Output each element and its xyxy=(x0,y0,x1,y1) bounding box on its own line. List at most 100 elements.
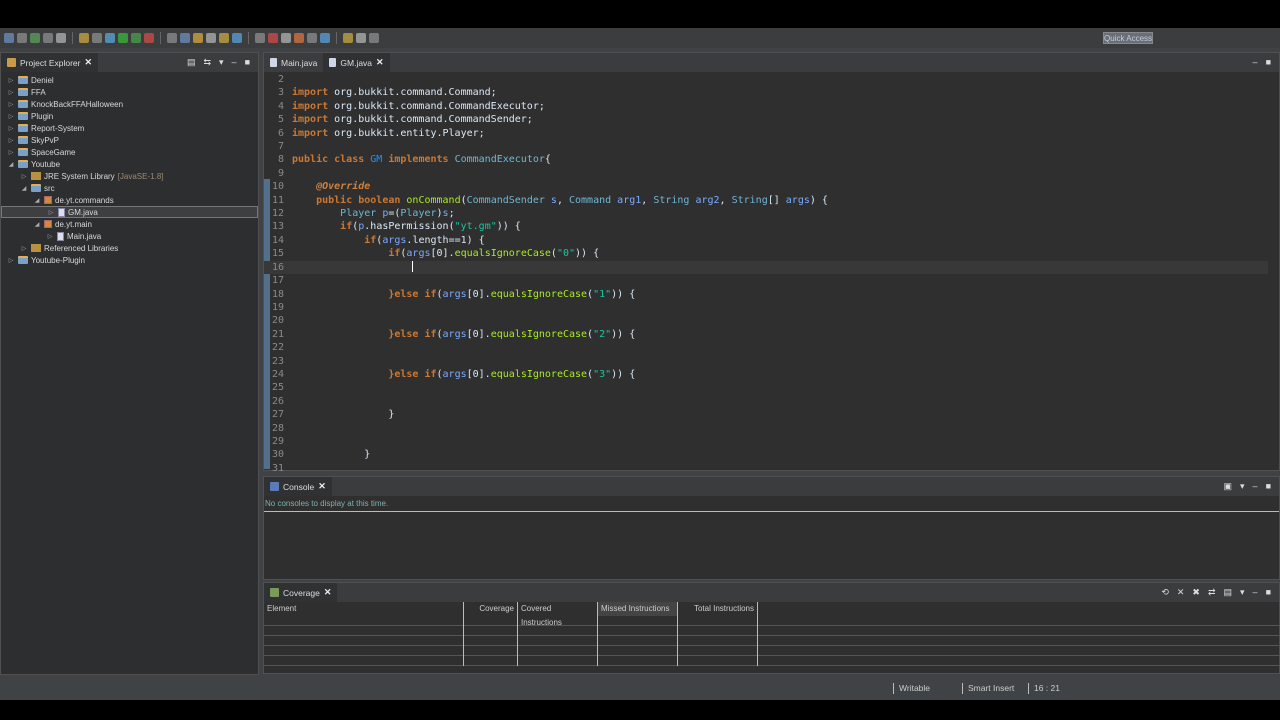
tree-item[interactable]: ▷ KnockBackFFAHalloween xyxy=(1,98,258,110)
toolbar-button-icon[interactable] xyxy=(307,33,317,43)
code-line[interactable]: 19 xyxy=(264,301,1268,314)
toolbar-button-icon[interactable] xyxy=(180,33,190,43)
collapsed-arrow-icon[interactable]: ▷ xyxy=(7,257,15,264)
code-line[interactable]: 27 } xyxy=(264,408,1268,421)
code-line[interactable]: 22 xyxy=(264,341,1268,354)
editor-tab[interactable]: Main.java xyxy=(264,53,323,72)
toolbar-button-icon[interactable] xyxy=(281,33,291,43)
toolbar-button-icon[interactable] xyxy=(43,33,53,43)
toolbar-button-icon[interactable] xyxy=(232,33,242,43)
code-line[interactable]: 2 xyxy=(264,73,1268,86)
minimize-icon[interactable]: – xyxy=(1253,587,1258,598)
toolbar-button-icon[interactable] xyxy=(268,33,278,43)
code-line[interactable]: 20 xyxy=(264,314,1268,327)
code-line[interactable]: 11 public boolean onCommand(CommandSende… xyxy=(264,194,1268,207)
maximize-icon[interactable]: ■ xyxy=(1266,587,1271,598)
toolbar-button-icon[interactable] xyxy=(206,33,216,43)
tree-item[interactable]: ▷ SkyPvP xyxy=(1,134,258,146)
editor-tab[interactable]: GM.java ✕ xyxy=(323,53,390,72)
toolbar-button-icon[interactable] xyxy=(105,33,115,43)
expanded-arrow-icon[interactable]: ◢ xyxy=(20,185,28,192)
toolbar-button-icon[interactable] xyxy=(56,33,66,43)
toolbar-button-icon[interactable] xyxy=(118,33,128,43)
code-line[interactable]: 18 }else if(args[0].equalsIgnoreCase("1"… xyxy=(264,288,1268,301)
toolbar-button-icon[interactable] xyxy=(92,33,102,43)
code-line[interactable]: 12 Player p=(Player)s; xyxy=(264,207,1268,220)
toolbar-button-icon[interactable] xyxy=(356,33,366,43)
column-missed-instructions[interactable]: Missed Instructions xyxy=(598,602,678,616)
close-icon[interactable]: ✕ xyxy=(376,57,384,68)
tree-item[interactable]: ◢ de.yt.commands xyxy=(1,194,258,206)
minimize-icon[interactable]: – xyxy=(1253,57,1258,67)
tree-item[interactable]: ▷ Report-System xyxy=(1,122,258,134)
collapsed-arrow-icon[interactable]: ▷ xyxy=(7,77,15,84)
toolbar-button-icon[interactable] xyxy=(193,33,203,43)
display-console-icon[interactable]: ▣ xyxy=(1224,481,1233,492)
code-line[interactable]: 23 xyxy=(264,355,1268,368)
collapsed-arrow-icon[interactable]: ▷ xyxy=(7,149,15,156)
code-line[interactable]: 6 import org.bukkit.entity.Player; xyxy=(264,127,1268,140)
toolbar-button-icon[interactable] xyxy=(144,33,154,43)
code-line[interactable]: 5 import org.bukkit.command.CommandSender… xyxy=(264,113,1268,126)
tree-item[interactable]: ▷ GM.java xyxy=(1,206,258,218)
toolbar-button-icon[interactable] xyxy=(369,33,379,43)
maximize-icon[interactable]: ■ xyxy=(1266,481,1271,492)
code-line[interactable]: 14 if(args.length==1) { xyxy=(264,234,1268,247)
code-line[interactable]: 10 @Override xyxy=(264,180,1268,193)
maximize-icon[interactable]: ■ xyxy=(245,57,250,68)
code-line[interactable]: 4 import org.bukkit.command.CommandExecut… xyxy=(264,100,1268,113)
open-console-icon[interactable]: ▾ xyxy=(1240,481,1245,492)
collapse-all-icon[interactable]: ▤ xyxy=(1224,587,1233,598)
expanded-arrow-icon[interactable]: ◢ xyxy=(33,197,41,204)
code-line[interactable]: 9 xyxy=(264,167,1268,180)
code-line[interactable]: 13 if(p.hasPermission("yt.gm")) { xyxy=(264,220,1268,233)
close-icon[interactable]: ✕ xyxy=(318,481,326,492)
expanded-arrow-icon[interactable]: ◢ xyxy=(33,221,41,228)
tree-item[interactable]: ▷ Plugin xyxy=(1,110,258,122)
view-menu-icon[interactable]: ▾ xyxy=(219,57,224,68)
view-menu-icon[interactable]: ▾ xyxy=(1240,587,1245,598)
tab-coverage[interactable]: Coverage ✕ xyxy=(264,583,338,602)
tree-item[interactable]: ▷ Main.java xyxy=(1,230,258,242)
tree-item[interactable]: ◢ Youtube xyxy=(1,158,258,170)
code-line[interactable]: 31 xyxy=(264,462,1268,475)
code-line[interactable]: 21 }else if(args[0].equalsIgnoreCase("2"… xyxy=(264,328,1268,341)
toolbar-button-icon[interactable] xyxy=(17,33,27,43)
code-line[interactable]: 15 if(args[0].equalsIgnoreCase("0")) { xyxy=(264,247,1268,260)
code-line[interactable]: 30 } xyxy=(264,448,1268,461)
tree-item[interactable]: ◢ src xyxy=(1,182,258,194)
close-icon[interactable]: ✕ xyxy=(84,57,92,68)
toolbar-button-icon[interactable] xyxy=(320,33,330,43)
toolbar-button-icon[interactable] xyxy=(343,33,353,43)
tab-console[interactable]: Console ✕ xyxy=(264,477,332,496)
minimize-icon[interactable]: – xyxy=(232,57,237,68)
link-editor-icon[interactable]: ⇆ xyxy=(203,57,211,68)
collapsed-arrow-icon[interactable]: ▷ xyxy=(7,137,15,144)
remove-session-icon[interactable]: ✕ xyxy=(1177,587,1185,598)
tree-item[interactable]: ▷ SpaceGame xyxy=(1,146,258,158)
code-line[interactable]: 26 xyxy=(264,395,1268,408)
collapsed-arrow-icon[interactable]: ▷ xyxy=(46,233,54,240)
collapsed-arrow-icon[interactable]: ▷ xyxy=(7,101,15,108)
tree-item[interactable]: ▷ Youtube-Plugin xyxy=(1,254,258,266)
column-covered-instructions[interactable]: Covered Instructions xyxy=(518,602,598,627)
tree-item[interactable]: ▷ JRE System Library [JavaSE-1.8] xyxy=(1,170,258,182)
toolbar-button-icon[interactable] xyxy=(131,33,141,43)
collapsed-arrow-icon[interactable]: ▷ xyxy=(20,173,28,180)
collapse-all-icon[interactable]: ▤ xyxy=(187,57,196,68)
collapsed-arrow-icon[interactable]: ▷ xyxy=(47,209,55,216)
code-line[interactable]: 25 xyxy=(264,381,1268,394)
code-area[interactable]: 2 3 import org.bukkit.command.Command; 4 imp… xyxy=(264,73,1268,475)
column-coverage[interactable]: Coverage xyxy=(464,602,518,616)
collapsed-arrow-icon[interactable]: ▷ xyxy=(7,125,15,132)
tree-item[interactable]: ▷ Referenced Libraries xyxy=(1,242,258,254)
toolbar-button-icon[interactable] xyxy=(255,33,265,43)
expanded-arrow-icon[interactable]: ◢ xyxy=(7,161,15,168)
code-line[interactable]: 17 xyxy=(264,274,1268,287)
maximize-icon[interactable]: ■ xyxy=(1266,57,1271,67)
toolbar-button-icon[interactable] xyxy=(4,33,14,43)
tree-item[interactable]: ▷ Deniel xyxy=(1,74,258,86)
toolbar-button-icon[interactable] xyxy=(79,33,89,43)
relaunch-icon[interactable]: ⟲ xyxy=(1161,587,1169,598)
column-total-instructions[interactable]: Total Instructions xyxy=(678,602,758,616)
